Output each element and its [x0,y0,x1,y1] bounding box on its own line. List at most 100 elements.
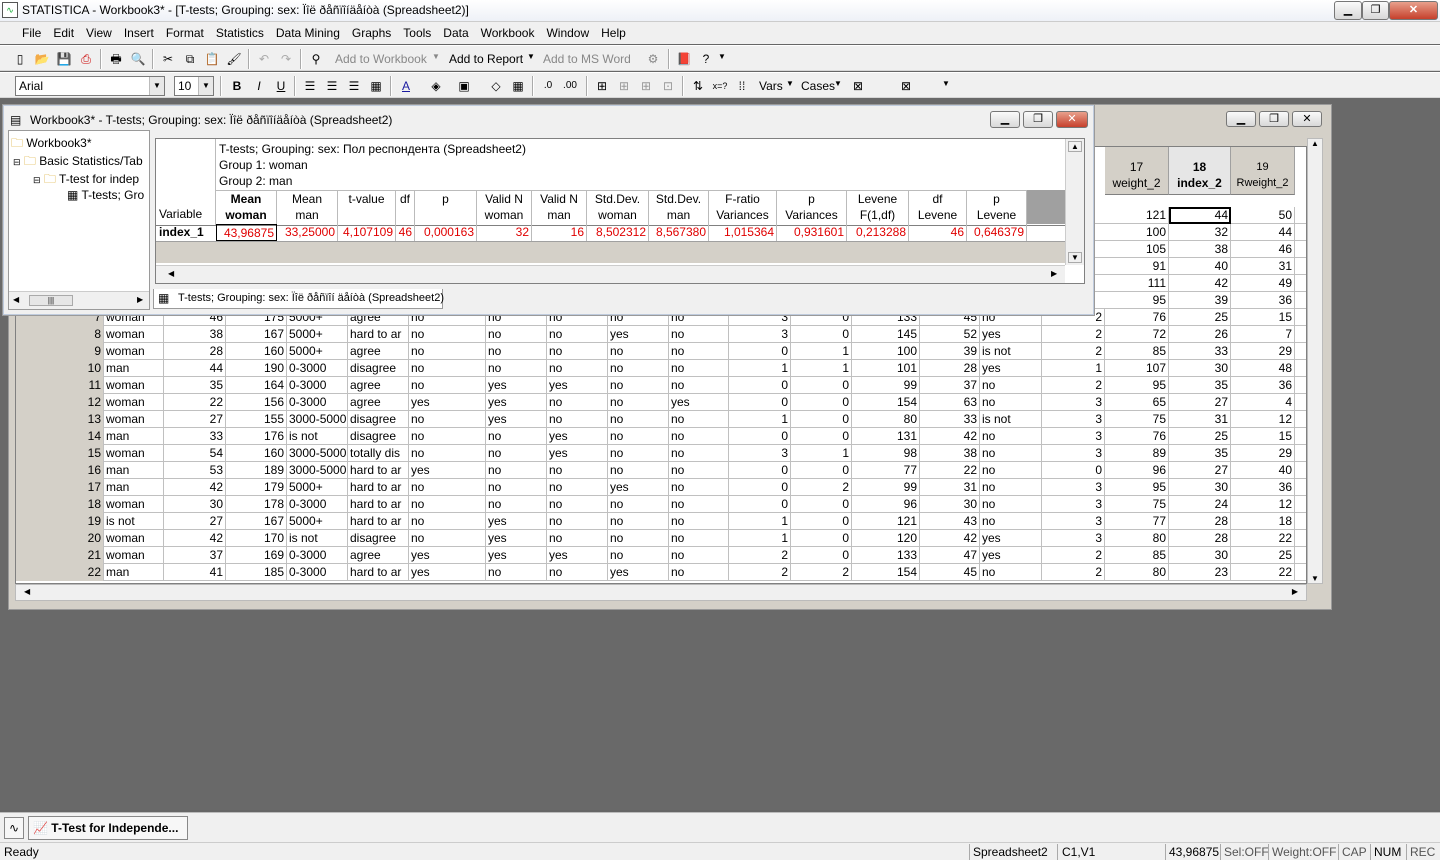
grid-icon[interactable]: ⁞⁞ [734,78,750,94]
table-cell[interactable]: 36 [1231,479,1295,496]
table-cell[interactable]: no [486,496,547,513]
menu-window[interactable]: Window [540,22,595,44]
table-cell[interactable]: 1 [729,513,791,530]
table-cell[interactable]: 39 [1169,292,1231,309]
scroll-right-icon[interactable]: ▶ [1051,269,1057,278]
row-header[interactable]: 20 [16,530,104,547]
table-cell[interactable]: 44 [1231,224,1295,241]
calc-icon[interactable]: x=? [712,78,728,94]
table-cell[interactable]: no [409,343,486,360]
table-cell[interactable]: no [669,513,729,530]
table-cell[interactable]: yes [486,530,547,547]
table-cell[interactable]: 15 [1231,309,1295,326]
results-value-cell[interactable]: 46 [396,224,415,241]
table-cell[interactable]: 167 [226,326,287,343]
results-col-header[interactable]: p Variances [777,190,847,224]
table-cell[interactable]: 45 [920,564,980,581]
table-cell[interactable]: 35 [1169,377,1231,394]
table-cell[interactable]: 154 [852,564,920,581]
col-header-17[interactable]: 17 weight_2 [1105,147,1169,195]
table-cell[interactable]: woman [104,377,164,394]
scroll-up-icon[interactable]: ▲ [1308,139,1322,148]
table-cell[interactable]: 3 [1042,394,1105,411]
table-cell[interactable]: 25 [1169,309,1231,326]
table-cell[interactable]: yes [486,394,547,411]
split-icon[interactable]: ⊞ [594,78,610,94]
table-cell[interactable]: no [980,479,1042,496]
results-value-cell[interactable]: 1,015364 [709,224,777,241]
table-cell[interactable]: yes [486,411,547,428]
font-family-select[interactable]: Arial ▼ [15,76,165,96]
results-value-cell[interactable]: 16 [532,224,587,241]
table-cell[interactable]: 95 [1105,479,1169,496]
chevron-down-icon[interactable]: ▼ [942,79,950,88]
italic-icon[interactable]: I [251,78,267,94]
t-test-results-grid[interactable]: Variable T-tests; Grouping: sex: Пол рес… [155,138,1085,284]
table-cell[interactable]: 1 [1042,360,1105,377]
table-cell[interactable]: 0 [729,428,791,445]
table-cell[interactable]: 25 [1231,547,1295,564]
table-cell[interactable]: 2 [1042,564,1105,581]
table-cell[interactable]: 24 [1169,496,1231,513]
row-header[interactable]: 22 [16,564,104,581]
results-col-header[interactable]: Std.Dev. man [649,190,709,224]
table-cell[interactable]: 101 [852,360,920,377]
table-cell[interactable]: woman [104,530,164,547]
tree-item-t-tests-sheet[interactable]: ▦ T-tests; Gro [67,188,144,202]
results-value-cell[interactable]: 32 [477,224,532,241]
row-header[interactable]: 21 [16,547,104,564]
table-cell[interactable]: 12 [1231,411,1295,428]
table-cell[interactable]: no [409,513,486,530]
menu-help[interactable]: Help [595,22,632,44]
results-horizontal-scrollbar[interactable]: ◀ ▶ [156,265,1065,283]
table-cell[interactable]: 96 [852,496,920,513]
table-cell[interactable]: 0 [791,428,852,445]
redo-icon[interactable]: ↷ [278,51,294,67]
align-center-icon[interactable]: ☰ [324,78,340,94]
borders-icon[interactable]: ▣ [456,78,472,94]
sheet-vertical-scrollbar[interactable]: ▲ ▼ [1307,138,1323,584]
table-cell[interactable]: 100 [1105,224,1169,241]
table-cell[interactable]: no [669,360,729,377]
table-cell[interactable]: no [669,411,729,428]
align-left-icon[interactable]: ☰ [302,78,318,94]
table-cell[interactable]: no [669,377,729,394]
taskbar-t-test-item[interactable]: 📈 T-Test for Independe... [28,816,188,840]
table-cell[interactable]: 3000-5000 [287,411,348,428]
table-cell[interactable]: 98 [852,445,920,462]
underline-icon[interactable]: U [273,78,289,94]
table-cell[interactable]: 1 [729,411,791,428]
table-cell[interactable]: totally dis [348,445,409,462]
paste-icon[interactable]: 📋 [204,51,220,67]
table-cell[interactable]: no [608,343,669,360]
scroll-left-icon[interactable]: ◀ [168,269,174,278]
sort-icon[interactable]: ⇅ [690,78,706,94]
table-cell[interactable]: 185 [226,564,287,581]
font-size-select[interactable]: 10 ▼ [174,76,214,96]
table-cell[interactable]: 42 [920,428,980,445]
table-cell[interactable]: yes [980,326,1042,343]
table-cell[interactable]: 77 [1105,513,1169,530]
chevron-down-icon[interactable]: ▼ [718,52,726,61]
table-cell[interactable]: yes [980,360,1042,377]
results-col-header[interactable]: Mean woman [216,190,277,224]
table-cell[interactable]: no [608,513,669,530]
table-cell[interactable]: 96 [1105,462,1169,479]
results-col-header[interactable]: Mean man [277,190,338,224]
table-cell[interactable]: 156 [226,394,287,411]
table-cell[interactable]: 23 [1169,564,1231,581]
table-cell[interactable]: yes [486,547,547,564]
table-cell[interactable]: 2 [791,564,852,581]
scroll-right-icon[interactable]: ▶ [1292,587,1298,596]
table-cell[interactable]: 107 [1105,360,1169,377]
table-cell[interactable]: yes [409,462,486,479]
table-cell[interactable]: no [486,343,547,360]
row-header[interactable]: 8 [16,326,104,343]
save-icon[interactable]: 💾 [56,51,72,67]
table-cell[interactable]: 0 [791,530,852,547]
open-icon[interactable]: 📂 [34,51,50,67]
table-cell[interactable]: woman [104,547,164,564]
table-cell[interactable]: 18 [1231,513,1295,530]
tools-icon[interactable]: ⚙ [645,51,661,67]
table-cell[interactable]: no [547,462,608,479]
